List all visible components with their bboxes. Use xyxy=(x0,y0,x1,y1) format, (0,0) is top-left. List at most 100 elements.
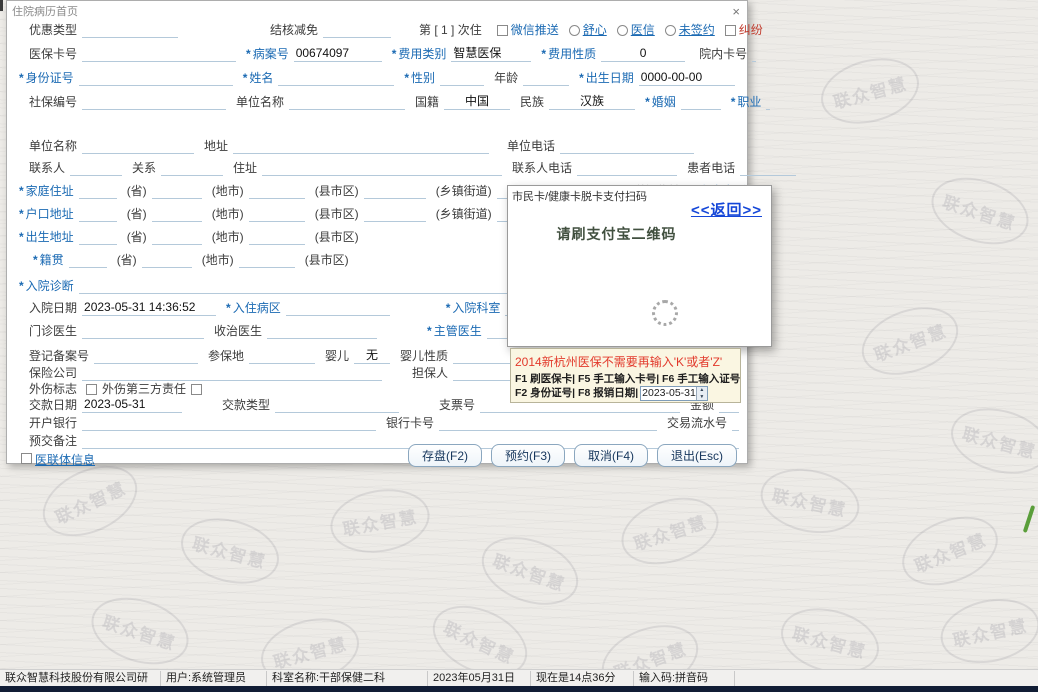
hukou-city-input[interactable] xyxy=(152,206,202,222)
reserve-button[interactable]: 预约(F3) xyxy=(491,444,565,467)
deposit-note-label: 预交备注 xyxy=(29,432,77,449)
home-province-input[interactable] xyxy=(79,183,117,199)
birth-province-input[interactable] xyxy=(79,229,117,245)
employer-name2-input[interactable] xyxy=(289,94,405,110)
pay-date-input[interactable]: 2023-05-31 xyxy=(82,397,182,413)
medical-alliance-row: 医联体信息 xyxy=(21,451,95,468)
outpatient-doctor-input[interactable] xyxy=(82,323,204,339)
county-label: (县市区) xyxy=(315,182,359,199)
watermark-text: 联众智慧 xyxy=(100,607,180,654)
shuxin-label[interactable]: 舒心 xyxy=(583,21,607,38)
gender-label: *性别 xyxy=(404,69,435,86)
pay-type-label: 交款类型 xyxy=(222,396,270,413)
record-no-input[interactable]: 00674097 xyxy=(294,46,382,62)
birth-city-input[interactable] xyxy=(152,229,202,245)
insured-place-input[interactable] xyxy=(249,348,315,364)
patient-phone-input[interactable] xyxy=(740,160,796,176)
fee-type-input[interactable]: 智慧医保 xyxy=(451,46,531,62)
hukou-street-input[interactable] xyxy=(364,206,426,222)
hotkey-line-2: F2 身份证号| F8 报销日期| 2023-05-31 ▲▼ xyxy=(515,386,736,401)
exit-button[interactable]: 退出(Esc) xyxy=(657,444,737,467)
native-province-input[interactable] xyxy=(69,252,107,268)
hukou-county-input[interactable] xyxy=(249,206,305,222)
back-link[interactable]: <<返回>> xyxy=(691,199,762,220)
hospital-card-input[interactable] xyxy=(752,46,756,62)
yixin-label[interactable]: 医信 xyxy=(631,21,655,38)
gender-input[interactable] xyxy=(440,70,484,86)
reimburse-date-spinner[interactable]: 2023-05-31 ▲▼ xyxy=(640,386,708,401)
payment-message: 请刷支付宝二维码 xyxy=(508,224,725,244)
register-no-input[interactable] xyxy=(94,348,198,364)
pay-type-input[interactable] xyxy=(275,397,399,413)
home-city-input[interactable] xyxy=(152,183,202,199)
birth-county-input[interactable] xyxy=(249,229,305,245)
patient-phone-label: 患者电话 xyxy=(687,159,735,176)
birth-date-input[interactable]: 0000-00-00 xyxy=(639,70,735,86)
close-icon[interactable]: × xyxy=(732,4,740,19)
admitting-doctor-input[interactable] xyxy=(267,323,377,339)
watermark-text: 联众智慧 xyxy=(960,419,1038,463)
employer-name-input[interactable] xyxy=(82,138,194,154)
injury-third-party-checkbox[interactable] xyxy=(191,384,202,395)
county-label: (县市区) xyxy=(315,228,359,245)
discount-input[interactable] xyxy=(82,22,178,38)
age-input[interactable] xyxy=(523,70,569,86)
yixin-radio[interactable] xyxy=(617,25,628,36)
form-row-discount: 优惠类型 结核减免 第 [ 1 ] 次住 微信推送 舒心 医信 未签约 纠纷 xyxy=(19,21,739,38)
fee-nature-input[interactable]: 0 xyxy=(601,46,685,62)
dispute-checkbox[interactable] xyxy=(725,25,736,36)
id-no-input[interactable] xyxy=(79,70,233,86)
ward-input[interactable] xyxy=(286,300,390,316)
name-input[interactable] xyxy=(278,70,394,86)
ethnicity-input[interactable]: 汉族 xyxy=(549,94,635,110)
fee-nature-label: *费用性质 xyxy=(541,45,596,62)
wechat-push-checkbox[interactable] xyxy=(497,25,508,36)
native-city-input[interactable] xyxy=(142,252,192,268)
insurance-card-input[interactable] xyxy=(82,46,236,62)
window-title: 住院病历首页 xyxy=(12,3,78,19)
insurance-company-input[interactable] xyxy=(82,365,382,381)
hukou-province-input[interactable] xyxy=(79,206,117,222)
emp-phone-input[interactable] xyxy=(560,138,694,154)
social-no-input[interactable] xyxy=(82,94,226,110)
spinner-arrows[interactable]: ▲▼ xyxy=(696,387,707,400)
occupation-input[interactable] xyxy=(766,94,770,110)
contact-input[interactable] xyxy=(70,160,122,176)
transaction-no-input[interactable] xyxy=(732,415,739,431)
birth-date-label: *出生日期 xyxy=(579,69,634,86)
required-star: * xyxy=(645,95,650,109)
home-street-input[interactable] xyxy=(364,183,426,199)
contact-addr-input[interactable] xyxy=(262,160,502,176)
watermark-text: 联众智慧 xyxy=(770,481,850,521)
watermark-stamp: 联众智慧 xyxy=(935,590,1038,671)
bank-card-input[interactable] xyxy=(439,415,657,431)
bank-input[interactable] xyxy=(82,415,376,431)
unsigned-radio[interactable] xyxy=(665,25,676,36)
watermark-text: 联众智慧 xyxy=(630,507,710,554)
unsigned-label[interactable]: 未签约 xyxy=(679,21,715,38)
injury-flag-checkbox[interactable] xyxy=(86,384,97,395)
native-county-input[interactable] xyxy=(239,252,295,268)
marriage-input[interactable] xyxy=(681,94,721,110)
home-county-input[interactable] xyxy=(249,183,305,199)
save-button[interactable]: 存盘(F2) xyxy=(408,444,482,467)
emp-address-input[interactable] xyxy=(233,138,489,154)
tb-relief-input[interactable] xyxy=(323,22,391,38)
admit-date-input[interactable]: 2023-05-31 14:36:52 xyxy=(82,300,216,316)
tb-relief-label: 结核减免 xyxy=(270,21,318,38)
required-star: * xyxy=(19,230,24,244)
baby-input[interactable]: 无 xyxy=(354,348,390,364)
watermark-text: 联众智慧 xyxy=(940,187,1020,234)
watermark-text: 联众智慧 xyxy=(270,629,350,673)
relation-input[interactable] xyxy=(161,160,223,176)
nationality-input[interactable]: 中国 xyxy=(444,94,510,110)
street-label: (乡镇街道) xyxy=(436,205,492,222)
medical-alliance-label[interactable]: 医联体信息 xyxy=(35,451,95,468)
city-label: (地市) xyxy=(212,182,244,199)
spin-down-icon[interactable]: ▼ xyxy=(697,394,707,401)
cancel-button[interactable]: 取消(F4) xyxy=(574,444,648,467)
contact-phone-input[interactable] xyxy=(577,160,677,176)
shuxin-radio[interactable] xyxy=(569,25,580,36)
watermark-text: 联众智慧 xyxy=(340,502,419,540)
medical-alliance-checkbox[interactable] xyxy=(21,453,32,464)
